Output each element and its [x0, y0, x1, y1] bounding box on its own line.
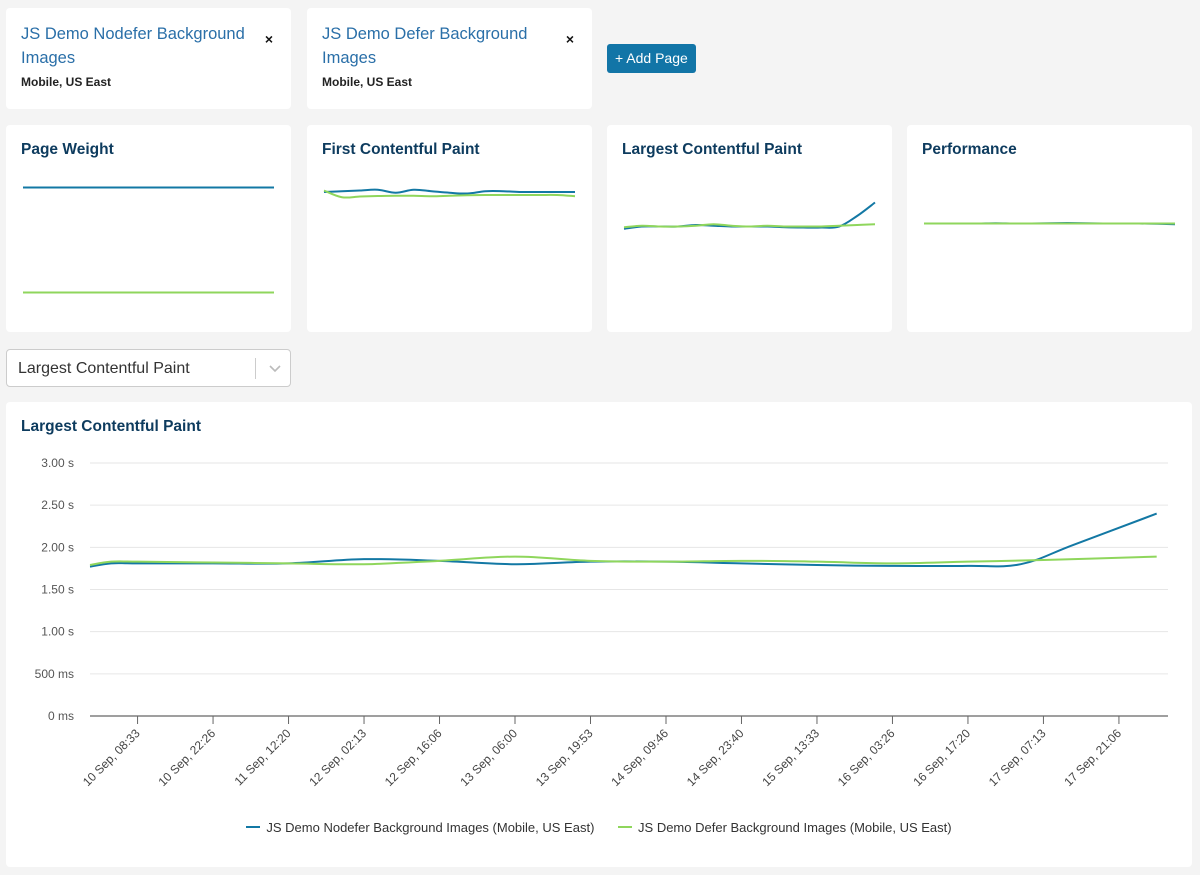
close-icon[interactable]: ×: [566, 32, 574, 46]
chevron-down-icon[interactable]: [265, 356, 285, 380]
x-tick-label: 14 Sep, 23:40: [684, 726, 747, 789]
sparkline-largest-contentful-paint: [623, 201, 876, 230]
y-tick-label: 2.00 s: [41, 540, 74, 554]
main-chart: 0 ms 500 ms 1.00 s 1.50 s 2.00 s 2.50 s 3.00 s…: [35, 456, 1168, 789]
page-title[interactable]: JS Demo Nodefer Background Images: [21, 22, 246, 70]
legend-item-defer[interactable]: JS Demo Defer Background Images (Mobile,…: [618, 820, 952, 835]
page-title[interactable]: JS Demo Defer Background Images: [322, 22, 547, 70]
sparkline-page-weight: [22, 186, 274, 294]
select-separator: [255, 358, 256, 379]
x-tick-label: 16 Sep, 03:26: [835, 726, 898, 789]
metric-card-page-weight[interactable]: Page Weight: [6, 125, 291, 332]
y-tick-label: 3.00 s: [41, 456, 74, 470]
legend-label: JS Demo Nodefer Background Images (Mobil…: [266, 819, 595, 835]
metric-card-first-contentful-paint[interactable]: First Contentful Paint: [307, 125, 592, 332]
legend-label: JS Demo Defer Background Images (Mobile,…: [638, 819, 952, 835]
x-tick-label: 13 Sep, 06:00: [457, 726, 520, 789]
x-tick-label: 11 Sep, 12:20: [232, 726, 294, 788]
x-tick-label: 10 Sep, 22:26: [155, 726, 218, 789]
x-tick-label: 13 Sep, 19:53: [533, 726, 596, 789]
y-tick-label: 500 ms: [35, 667, 74, 681]
close-icon[interactable]: ×: [265, 32, 273, 46]
sparkline-series-nodefer: [323, 188, 575, 195]
sparkline-series-nodefer: [623, 201, 876, 230]
x-tick-label: 17 Sep, 07:13: [986, 726, 1049, 789]
metric-card-largest-contentful-paint[interactable]: Largest Contentful Paint: [607, 125, 892, 332]
add-page-button[interactable]: + Add Page: [607, 44, 696, 73]
series-line-nodefer[interactable]: [89, 512, 1158, 568]
series-line-defer[interactable]: [89, 555, 1157, 567]
x-tick-label: 14 Sep, 09:46: [608, 726, 671, 789]
page-card-defer: JS Demo Defer Background Images Mobile, …: [307, 8, 592, 109]
x-tick-label: 12 Sep, 16:06: [382, 726, 445, 789]
x-tick-label: 10 Sep, 08:33: [80, 726, 143, 789]
x-tick-label: 12 Sep, 02:13: [306, 726, 369, 789]
legend-swatch: [618, 826, 633, 828]
x-tick-label: 17 Sep, 21:06: [1061, 726, 1124, 789]
x-tick-label: 16 Sep, 17:20: [910, 726, 973, 789]
legend-swatch: [246, 826, 261, 828]
main-chart-card: Largest Contentful Paint 0 ms 500 ms 1.00 …: [6, 402, 1192, 867]
y-tick-label: 1.00 s: [41, 625, 74, 639]
x-tick-label: 15 Sep, 13:33: [759, 726, 822, 789]
sparkline-series-defer: [623, 223, 876, 229]
page-card-nodefer: JS Demo Nodefer Background Images Mobile…: [6, 8, 291, 109]
page-subtitle: Mobile, US East: [21, 75, 112, 89]
y-tick-label: 2.50 s: [41, 498, 74, 512]
legend-item-nodefer[interactable]: JS Demo Nodefer Background Images (Mobil…: [246, 820, 594, 835]
metric-select-value: Largest Contentful Paint: [18, 360, 190, 377]
y-tick-label: 1.50 s: [41, 583, 74, 597]
page-subtitle: Mobile, US East: [322, 75, 413, 89]
metric-card-performance[interactable]: Performance: [907, 125, 1192, 332]
chart-legend: JS Demo Nodefer Background Images (Mobil…: [6, 816, 1192, 835]
sparkline-first-contentful-paint: [323, 188, 576, 199]
y-tick-label: 0 ms: [48, 709, 74, 723]
metric-select[interactable]: Largest Contentful Paint: [6, 349, 291, 387]
sparkline-performance: [924, 222, 1176, 226]
